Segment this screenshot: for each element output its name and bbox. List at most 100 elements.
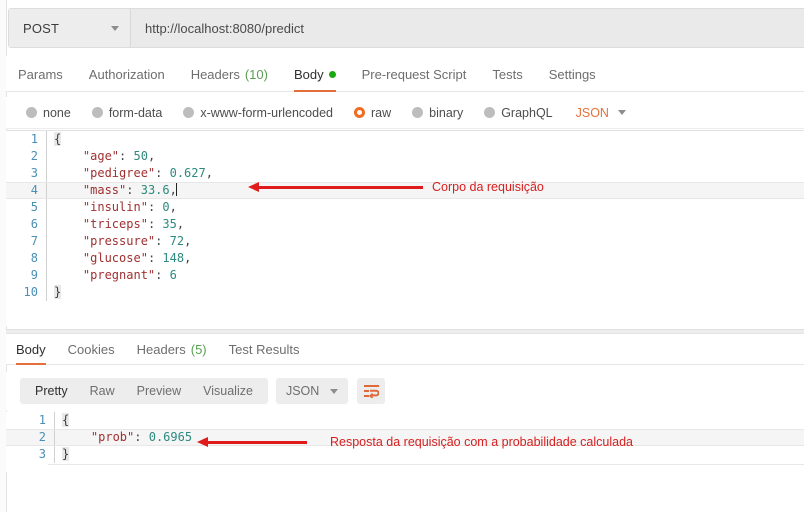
json-key: "pressure" <box>83 234 155 248</box>
word-wrap-button[interactable] <box>357 378 385 404</box>
line-number: 3 <box>6 446 54 463</box>
body-type-urlencoded[interactable]: x-www-form-urlencoded <box>183 106 333 120</box>
http-method-label: POST <box>23 21 59 36</box>
json-key: "triceps" <box>83 217 148 231</box>
view-mode-preview[interactable]: Preview <box>126 378 192 404</box>
json-comma: , <box>206 166 213 180</box>
json-value: 50 <box>133 149 147 163</box>
line-number: 8 <box>6 250 46 267</box>
view-mode-raw[interactable]: Raw <box>79 378 126 404</box>
body-type-urlencoded-label: x-www-form-urlencoded <box>200 106 333 120</box>
tab-headers[interactable]: Headers (10) <box>191 67 268 91</box>
view-mode-visualize[interactable]: Visualize <box>192 378 264 404</box>
code-text: { <box>46 131 804 148</box>
tab-tests[interactable]: Tests <box>492 67 522 91</box>
code-text: "glucose": 148, <box>46 250 804 267</box>
radio-icon <box>484 107 495 118</box>
code-line: 5 "insulin": 0, <box>6 199 804 216</box>
code-line: 1 { <box>6 131 804 148</box>
request-url-bar: POST http://localhost:8080/predict <box>8 8 804 48</box>
body-type-none[interactable]: none <box>26 106 71 120</box>
line-number: 1 <box>6 131 46 148</box>
tab-tests-label: Tests <box>492 67 522 82</box>
view-mode-pretty[interactable]: Pretty <box>24 378 79 404</box>
json-sep: : <box>119 149 133 163</box>
tab-body[interactable]: Body <box>294 67 336 91</box>
request-note-arrow-icon <box>248 182 423 192</box>
code-line: 6 "triceps": 35, <box>6 216 804 233</box>
json-value: 6 <box>170 268 177 282</box>
body-type-graphql[interactable]: GraphQL <box>484 106 552 120</box>
tab-params[interactable]: Params <box>18 67 63 91</box>
brace-token: { <box>54 132 61 146</box>
tab-pre-request-script[interactable]: Pre-request Script <box>362 67 467 91</box>
arrow-shaft <box>257 186 423 189</box>
json-comma: , <box>184 234 191 248</box>
json-value: 0 <box>162 200 169 214</box>
radio-selected-icon <box>354 107 365 118</box>
line-number: 3 <box>6 165 46 182</box>
line-number: 5 <box>6 199 46 216</box>
chevron-down-icon <box>330 389 338 394</box>
body-type-row: none form-data x-www-form-urlencoded raw… <box>6 97 804 129</box>
brace-token: } <box>62 447 69 461</box>
tab-authorization[interactable]: Authorization <box>89 67 165 91</box>
response-tab-cookies-label: Cookies <box>68 342 115 357</box>
line-number: 6 <box>6 216 46 233</box>
body-type-form-data[interactable]: form-data <box>92 106 163 120</box>
code-line: 7 "pressure": 72, <box>6 233 804 250</box>
http-method-select[interactable]: POST <box>9 9 131 47</box>
line-number: 1 <box>6 412 54 429</box>
json-sep: : <box>126 183 140 197</box>
json-value: 72 <box>170 234 184 248</box>
json-sep: : <box>148 217 162 231</box>
json-sep: : <box>155 166 169 180</box>
request-body-editor[interactable]: 1 { 2 "age": 50, 3 "pedigree": 0.627, 4 … <box>6 130 804 326</box>
response-tab-headers[interactable]: Headers (5) <box>137 342 207 364</box>
postman-window: POST http://localhost:8080/predict Param… <box>0 0 804 512</box>
code-text: "triceps": 35, <box>46 216 804 233</box>
response-tab-test-results[interactable]: Test Results <box>229 342 300 364</box>
code-text: } <box>46 284 804 301</box>
code-text: "insulin": 0, <box>46 199 804 216</box>
code-text: "age": 50, <box>46 148 804 165</box>
json-sep: : <box>155 268 169 282</box>
response-tab-cookies[interactable]: Cookies <box>68 342 115 364</box>
code-line: 1 { <box>6 412 804 429</box>
tab-headers-count: (10) <box>245 67 268 82</box>
radio-icon <box>92 107 103 118</box>
line-number: 4 <box>6 182 46 199</box>
radio-icon <box>183 107 194 118</box>
line-number: 7 <box>6 233 46 250</box>
word-wrap-icon <box>364 385 379 398</box>
response-tab-test-results-label: Test Results <box>229 342 300 357</box>
response-format-select[interactable]: JSON <box>276 378 348 404</box>
body-format-select[interactable]: JSON <box>576 106 626 120</box>
json-sep: : <box>134 430 148 444</box>
tab-settings[interactable]: Settings <box>549 67 596 91</box>
request-url-input[interactable]: http://localhost:8080/predict <box>131 9 804 47</box>
arrow-shaft <box>206 441 307 444</box>
code-text: "pedigree": 0.627, <box>46 165 804 182</box>
json-key: "mass" <box>83 183 126 197</box>
response-tab-body[interactable]: Body <box>16 342 46 364</box>
json-value: 35 <box>162 217 176 231</box>
json-value: 148 <box>162 251 184 265</box>
tab-settings-label: Settings <box>549 67 596 82</box>
body-type-raw[interactable]: raw <box>354 106 391 120</box>
json-sep: : <box>148 200 162 214</box>
brace-token: { <box>62 413 69 427</box>
radio-icon <box>412 107 423 118</box>
request-tabs: Params Authorization Headers (10) Body P… <box>6 56 804 92</box>
json-key: "pregnant" <box>83 268 155 282</box>
body-indicator-dot-icon <box>329 71 336 78</box>
body-type-graphql-label: GraphQL <box>501 106 552 120</box>
code-text: "pressure": 72, <box>46 233 804 250</box>
line-number: 2 <box>6 148 46 165</box>
chevron-down-icon <box>618 110 626 115</box>
json-comma: , <box>170 200 177 214</box>
response-note-arrow-icon <box>197 437 307 447</box>
code-line: 10 } <box>6 284 804 301</box>
response-format-label: JSON <box>286 384 319 398</box>
body-type-binary[interactable]: binary <box>412 106 463 120</box>
